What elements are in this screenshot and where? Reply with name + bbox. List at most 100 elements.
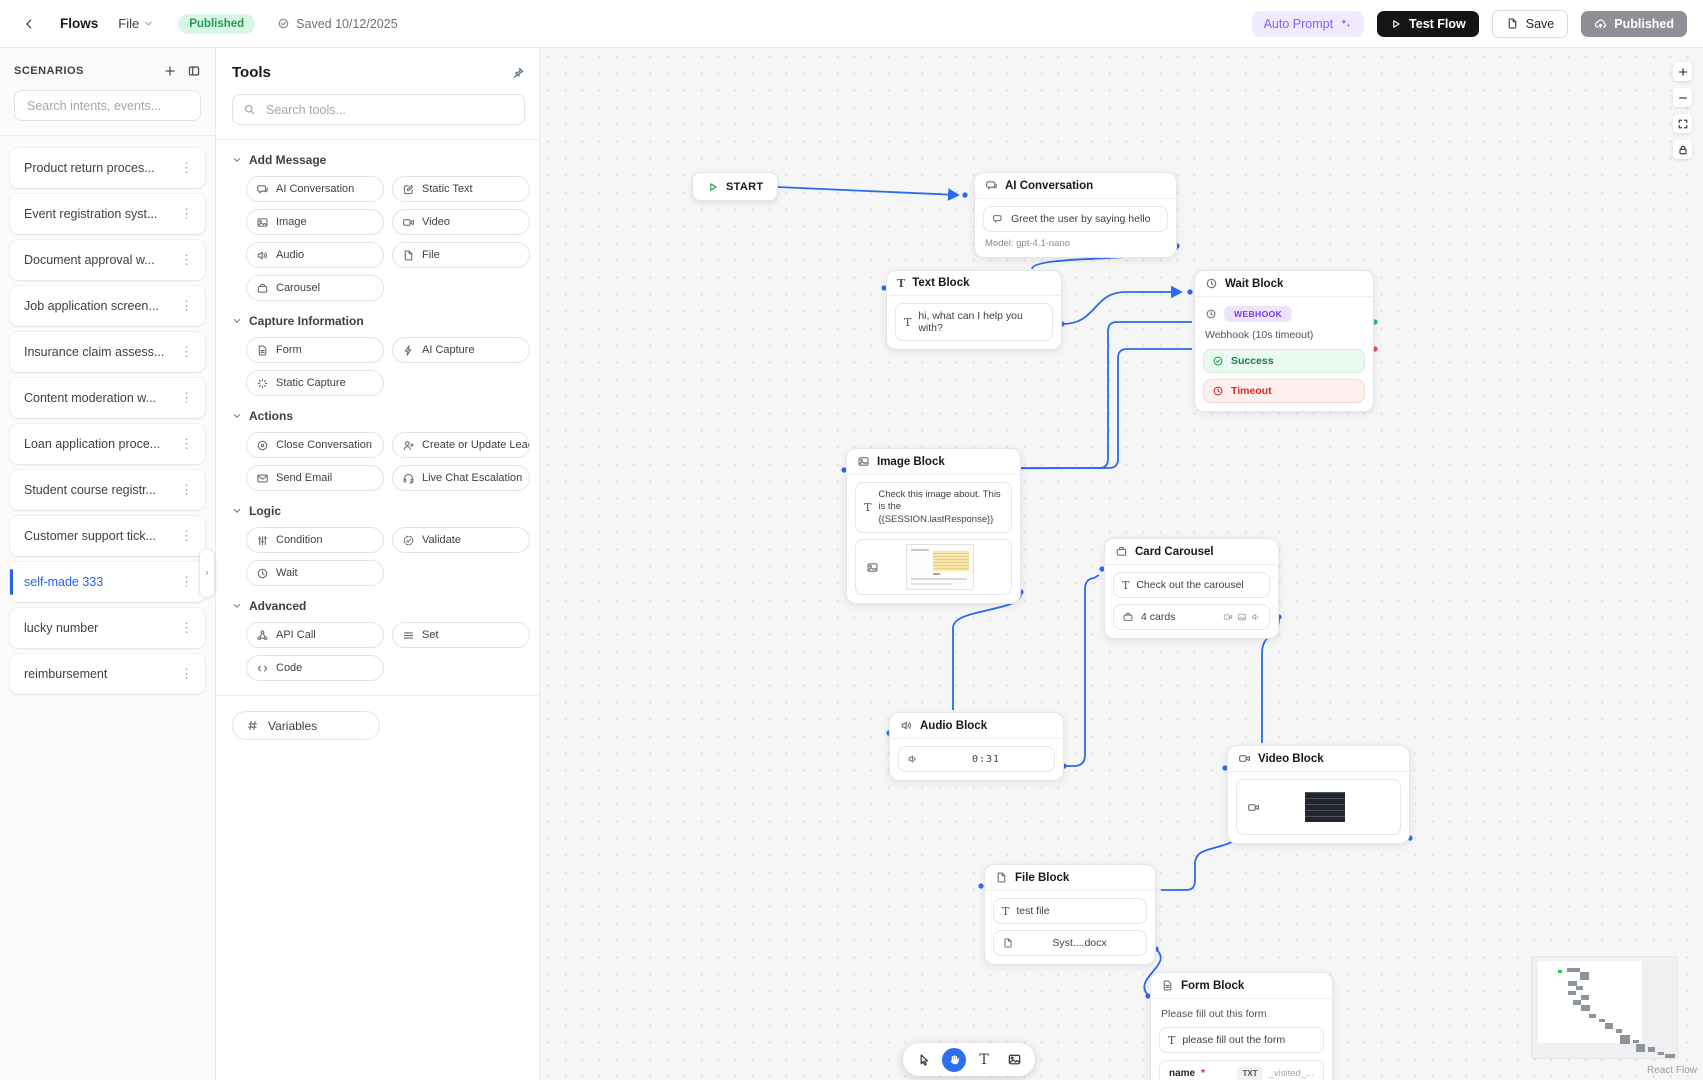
kebab-menu-icon[interactable]: ⋮ (176, 574, 197, 590)
select-tool-button[interactable] (912, 1048, 936, 1072)
tool-code[interactable]: Code (246, 655, 384, 681)
tool-image[interactable]: Image (246, 209, 384, 235)
scenario-item[interactable]: Product return proces...⋮ (10, 148, 205, 188)
tool-wait[interactable]: Wait (246, 560, 384, 586)
tool-ai-capture[interactable]: AI Capture (392, 337, 530, 363)
audio-player-row[interactable]: 0:31 (898, 746, 1055, 772)
section-header[interactable]: Advanced (232, 599, 525, 613)
tool-send-email[interactable]: Send Email (246, 465, 384, 491)
wait-timeout-row[interactable]: Timeout (1203, 379, 1365, 403)
file-caption-row[interactable]: Ttest file (993, 898, 1147, 924)
file-menu[interactable]: File (118, 16, 154, 31)
fit-view-button[interactable] (1673, 114, 1692, 133)
kebab-menu-icon[interactable]: ⋮ (176, 666, 197, 682)
tool-live-chat-escalation[interactable]: Live Chat Escalation (392, 465, 530, 491)
tool-audio[interactable]: Audio (246, 242, 384, 268)
lock-button[interactable] (1673, 140, 1692, 159)
minimap[interactable] (1531, 956, 1678, 1059)
scenario-item[interactable]: Student course registr...⋮ (10, 470, 205, 510)
node-form-block[interactable]: Form Block Please fill out this form Tpl… (1150, 972, 1333, 1080)
section-header[interactable]: Capture Information (232, 314, 525, 328)
scenarios-search[interactable] (14, 90, 201, 121)
carousel-caption-row[interactable]: TCheck out the carousel (1113, 572, 1270, 598)
publish-button[interactable]: Published (1581, 11, 1687, 37)
kebab-menu-icon[interactable]: ⋮ (176, 252, 197, 268)
node-file-block[interactable]: File Block Ttest file Syst....docx (984, 864, 1156, 965)
form-field-row[interactable]: name* TXT _visited_... (1160, 1061, 1323, 1080)
pin-icon[interactable] (511, 66, 525, 80)
node-text-block[interactable]: TText Block Thi, what can I help you wit… (886, 270, 1062, 350)
auto-prompt-button[interactable]: Auto Prompt (1252, 11, 1364, 37)
image-tool-button[interactable] (1002, 1048, 1026, 1072)
kebab-menu-icon[interactable]: ⋮ (176, 482, 197, 498)
save-button[interactable]: Save (1492, 10, 1569, 38)
scenario-item[interactable]: Job application screen...⋮ (10, 286, 205, 326)
wait-success-row[interactable]: Success (1203, 349, 1365, 373)
node-start[interactable]: START (692, 172, 778, 201)
tools-search[interactable] (232, 94, 525, 125)
scenario-item-selected[interactable]: self-made 333⋮ (10, 562, 205, 602)
kebab-menu-icon[interactable]: ⋮ (176, 298, 197, 314)
tool-static-text[interactable]: Static Text (392, 176, 530, 202)
image-caption-row[interactable]: TCheck this image about. This is the {{S… (855, 482, 1012, 533)
scenario-item[interactable]: reimbursement⋮ (10, 654, 205, 694)
kebab-menu-icon[interactable]: ⋮ (176, 436, 197, 452)
scenario-item[interactable]: lucky number⋮ (10, 608, 205, 648)
node-card-carousel[interactable]: Card Carousel TCheck out the carousel 4 … (1104, 538, 1279, 639)
tool-close-conversation[interactable]: Close Conversation (246, 432, 384, 458)
tool-api-call[interactable]: API Call (246, 622, 384, 648)
tool-carousel[interactable]: Carousel (246, 275, 384, 301)
node-audio-block[interactable]: Audio Block 0:31 (889, 712, 1064, 781)
kebab-menu-icon[interactable]: ⋮ (176, 620, 197, 636)
back-button[interactable] (16, 11, 42, 37)
text-row[interactable]: Thi, what can I help you with? (895, 303, 1053, 341)
panel-toggle-icon[interactable] (187, 64, 201, 78)
tool-static-capture[interactable]: Static Capture (246, 370, 384, 396)
tools-search-input[interactable] (264, 102, 514, 118)
tool-create-or-update-lead[interactable]: Create or Update Lead (392, 432, 530, 458)
kebab-menu-icon[interactable]: ⋮ (176, 206, 197, 222)
scenario-item[interactable]: Customer support tick...⋮ (10, 516, 205, 556)
kebab-menu-icon[interactable]: ⋮ (176, 390, 197, 406)
scenarios-search-input[interactable] (25, 98, 190, 114)
scenario-item[interactable]: Event registration syst...⋮ (10, 194, 205, 234)
ai-prompt-row[interactable]: Greet the user by saying hello (983, 206, 1168, 232)
node-wait-block[interactable]: Wait Block WEBHOOK Webhook (10s timeout)… (1194, 270, 1374, 412)
minimap-viewport[interactable] (1538, 961, 1642, 1043)
video-preview-row[interactable] (1236, 779, 1401, 835)
tool-file[interactable]: File (392, 242, 530, 268)
form-caption-row[interactable]: Tplease fill out the form (1159, 1027, 1324, 1053)
scenario-item[interactable]: Insurance claim assess...⋮ (10, 332, 205, 372)
scenario-item[interactable]: Loan application proce...⋮ (10, 424, 205, 464)
tool-condition[interactable]: Condition (246, 527, 384, 553)
test-flow-button[interactable]: Test Flow (1377, 11, 1479, 37)
variables-button[interactable]: Variables (232, 711, 380, 740)
tool-form[interactable]: Form (246, 337, 384, 363)
node-ai-conversation[interactable]: AI Conversation Greet the user by saying… (974, 172, 1177, 258)
file-attachment-row[interactable]: Syst....docx (993, 930, 1147, 956)
section-header[interactable]: Logic (232, 504, 525, 518)
zoom-in-button[interactable] (1673, 62, 1692, 81)
carousel-cards-row[interactable]: 4 cards (1113, 604, 1270, 630)
kebab-menu-icon[interactable]: ⋮ (176, 344, 197, 360)
tool-validate[interactable]: Validate (392, 527, 530, 553)
node-image-block[interactable]: Image Block TCheck this image about. Thi… (846, 448, 1021, 604)
tool-ai-conversation[interactable]: AI Conversation (246, 176, 384, 202)
tool-video[interactable]: Video (392, 209, 530, 235)
panel-collapse-handle[interactable]: › (199, 548, 215, 598)
react-flow-attribution[interactable]: React Flow (1647, 1065, 1697, 1076)
pan-tool-button[interactable] (942, 1048, 966, 1072)
text-tool-button[interactable]: T (972, 1048, 996, 1072)
image-preview-row[interactable] (855, 539, 1012, 595)
section-header[interactable]: Add Message (232, 153, 525, 167)
zoom-out-button[interactable] (1673, 88, 1692, 107)
section-header[interactable]: Actions (232, 409, 525, 423)
tool-set[interactable]: Set (392, 622, 530, 648)
flow-canvas[interactable]: START AI Conversation Greet the user by … (540, 48, 1703, 1080)
scenario-item[interactable]: Document approval w...⋮ (10, 240, 205, 280)
kebab-menu-icon[interactable]: ⋮ (176, 160, 197, 176)
kebab-menu-icon[interactable]: ⋮ (176, 528, 197, 544)
add-scenario-icon[interactable] (163, 64, 177, 78)
scenario-item[interactable]: Content moderation w...⋮ (10, 378, 205, 418)
node-video-block[interactable]: Video Block (1227, 745, 1410, 844)
